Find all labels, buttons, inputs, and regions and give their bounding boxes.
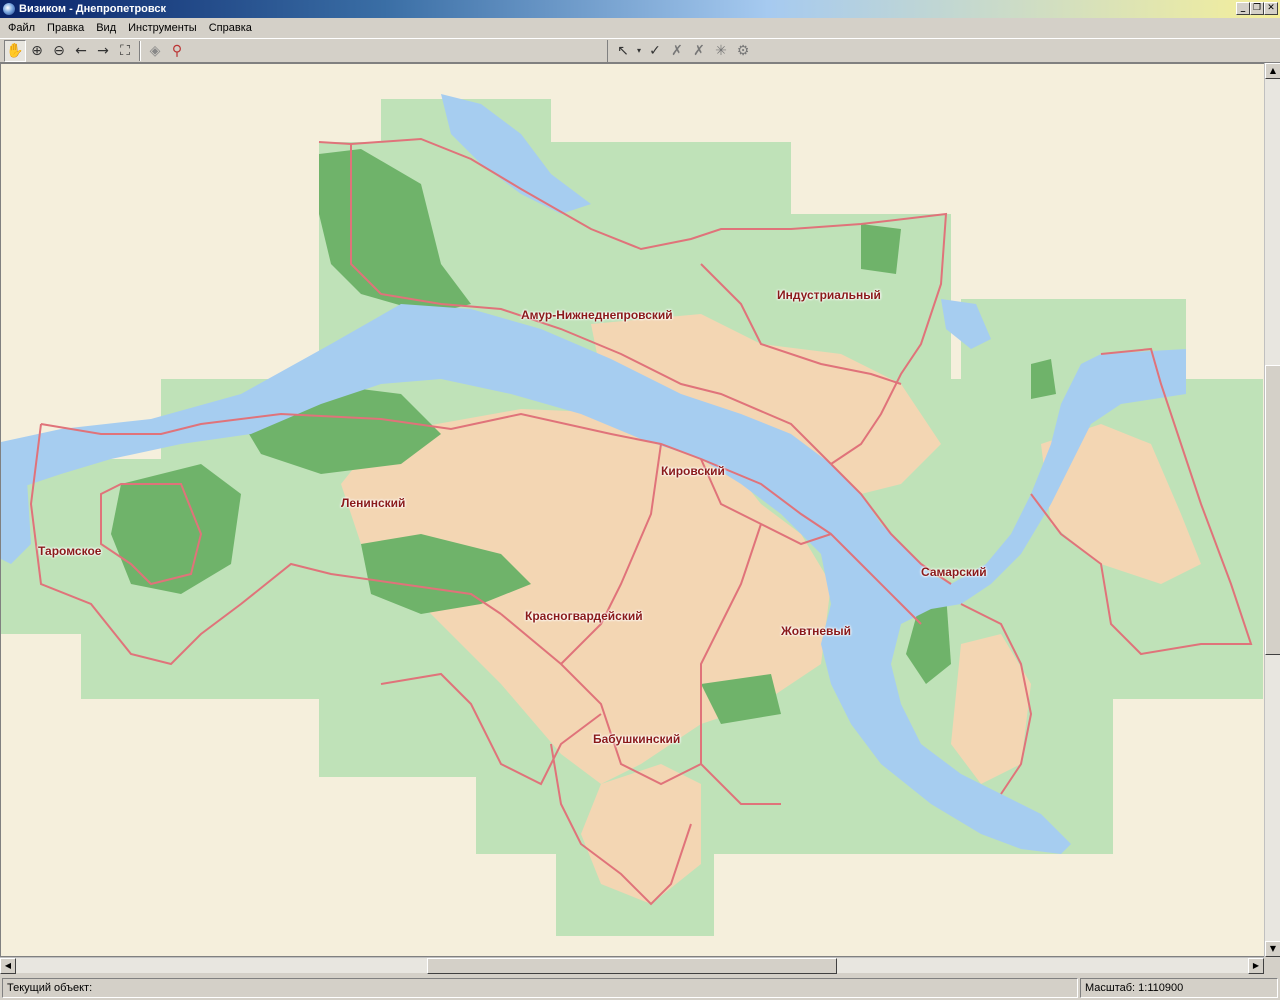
arrow-right-icon[interactable]: →	[92, 40, 114, 62]
navigation-tools: ✋ ⊕ ⊖ ← → ⛶ ◈ ⚲	[0, 39, 188, 62]
scale-panel: Масштаб: 1:110900	[1080, 977, 1278, 998]
select-arrow-icon[interactable]: ↖	[612, 40, 634, 62]
selection-tools: ↖ ▾ ✓ ✗ ✗ ✳ ⚙	[608, 40, 754, 62]
district-label-industrialny[interactable]: Индустриальный	[777, 288, 881, 302]
district-label-leninsky[interactable]: Ленинский	[341, 496, 405, 510]
dropdown-icon[interactable]: ▾	[634, 40, 644, 62]
toolbar-separator	[139, 40, 141, 61]
horizontal-scrollbar[interactable]: ◀ ▶	[0, 957, 1264, 974]
menu-tools[interactable]: Инструменты	[122, 18, 203, 38]
search-object-icon[interactable]: ⚲	[166, 40, 188, 62]
map-canvas[interactable]: Амур-Нижнеднепровский Индустриальный Кир…	[0, 63, 1280, 957]
minimize-button[interactable]: _	[1236, 2, 1250, 15]
vertical-scroll-thumb[interactable]	[1265, 365, 1280, 655]
district-label-taromskoe[interactable]: Таромское	[38, 544, 101, 558]
scroll-down-button[interactable]: ▼	[1265, 941, 1280, 957]
district-label-amur[interactable]: Амур-Нижнеднепровский	[521, 308, 673, 322]
toolbar-spacer	[188, 39, 608, 62]
title-bar: Визиком - Днепропетровск _ ❐ ✕	[0, 0, 1280, 18]
window-title: Визиком - Днепропетровск	[19, 3, 167, 15]
arrow-left-icon[interactable]: ←	[70, 40, 92, 62]
menu-bar: Файл Правка Вид Инструменты Справка	[0, 18, 1280, 38]
scroll-left-button[interactable]: ◀	[0, 958, 16, 974]
hand-icon[interactable]: ✋	[4, 39, 26, 62]
district-label-krasnogvardeysky[interactable]: Красногвардейский	[525, 609, 643, 623]
district-label-samarsky[interactable]: Самарский	[921, 565, 987, 579]
menu-edit[interactable]: Правка	[41, 18, 90, 38]
district-label-zhovtnevy[interactable]: Жовтневый	[781, 624, 851, 638]
vertical-scrollbar[interactable]: ▲ ▼	[1264, 63, 1280, 957]
layers-icon[interactable]: ◈	[144, 40, 166, 62]
settings-icon[interactable]: ⚙	[732, 40, 754, 62]
deselect-list-icon[interactable]: ✗	[688, 40, 710, 62]
scroll-right-button[interactable]: ▶	[1248, 958, 1264, 974]
district-label-babushkinsky[interactable]: Бабушкинский	[593, 732, 680, 746]
district-label-kirovsky[interactable]: Кировский	[661, 464, 725, 478]
burst-icon[interactable]: ✳	[710, 40, 732, 62]
app-icon	[2, 2, 16, 16]
zoom-extent-icon[interactable]: ⛶	[114, 40, 136, 62]
menu-help[interactable]: Справка	[203, 18, 258, 38]
menu-file[interactable]: Файл	[2, 18, 41, 38]
deselect-icon[interactable]: ✗	[666, 40, 688, 62]
status-bar: Текущий объект: Масштаб: 1:110900	[0, 975, 1280, 1000]
city-map[interactable]	[1, 64, 1265, 957]
menu-view[interactable]: Вид	[90, 18, 122, 38]
close-button[interactable]: ✕	[1264, 2, 1278, 15]
restore-button[interactable]: ❐	[1250, 2, 1264, 15]
scroll-up-button[interactable]: ▲	[1265, 63, 1280, 79]
select-list-icon[interactable]: ✓	[644, 40, 666, 62]
toolbar: ✋ ⊕ ⊖ ← → ⛶ ◈ ⚲ ↖ ▾ ✓ ✗ ✗ ✳ ⚙	[0, 38, 1280, 63]
zoom-out-icon[interactable]: ⊖	[48, 40, 70, 62]
horizontal-scroll-thumb[interactable]	[427, 958, 837, 974]
window-controls: _ ❐ ✕	[1236, 2, 1278, 15]
zoom-in-icon[interactable]: ⊕	[26, 40, 48, 62]
current-object-panel: Текущий объект:	[2, 977, 1078, 998]
